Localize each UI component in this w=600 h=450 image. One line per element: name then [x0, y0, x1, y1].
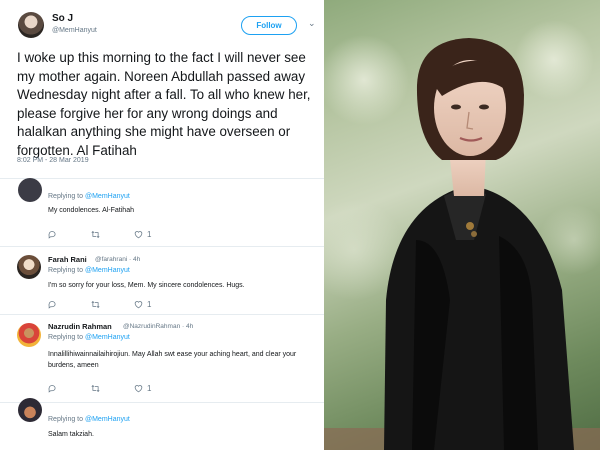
divider: [0, 402, 324, 403]
divider: [0, 314, 324, 315]
retweet-action[interactable]: [91, 230, 100, 239]
reply-actions: 1: [48, 300, 185, 309]
follow-button[interactable]: Follow: [241, 16, 297, 35]
heart-icon: [134, 231, 143, 239]
replying-to: Replying to @MemHanyut: [48, 416, 130, 423]
reply-author-handle[interactable]: @farahrani · 4h: [95, 256, 140, 263]
replying-prefix: Replying to: [48, 334, 84, 341]
portrait-illustration: [324, 20, 600, 450]
replying-to: Replying to @MemHanyut: [48, 334, 130, 341]
retweet-action[interactable]: [91, 384, 100, 393]
avatar[interactable]: [17, 255, 41, 279]
avatar[interactable]: [18, 12, 44, 38]
replying-prefix: Replying to: [48, 193, 84, 200]
avatar[interactable]: [18, 398, 42, 422]
like-action[interactable]: 1: [134, 300, 151, 309]
reply-author-handle[interactable]: @NazrudinRahman · 4h: [123, 323, 193, 330]
reply-author-name[interactable]: Farah Rani: [48, 255, 87, 264]
reply-author-name[interactable]: Nazrudin Rahman: [48, 322, 112, 331]
reply-item[interactable]: Replying to @MemHanyut My condolences. A…: [0, 178, 324, 250]
retweet-icon: [91, 300, 100, 309]
like-count: 1: [147, 230, 152, 239]
reply-item[interactable]: Nazrudin Rahman @NazrudinRahman · 4h Rep…: [0, 318, 324, 404]
replying-prefix: Replying to: [48, 416, 84, 423]
reply-action[interactable]: [48, 230, 57, 239]
tweet-header: So J @MemHanyut Follow ⌄: [0, 0, 324, 42]
display-name[interactable]: So J: [52, 13, 73, 24]
avatar[interactable]: [18, 178, 42, 202]
reply-actions: 1: [48, 230, 185, 239]
reply-actions: 1: [48, 384, 185, 393]
retweet-icon: [91, 384, 100, 393]
reply-icon: [48, 301, 56, 309]
heart-icon: [134, 385, 143, 393]
reply-icon: [48, 231, 56, 239]
reply-text: Innalillihiwainnailaihirojiun. May Allah…: [48, 351, 297, 369]
reply-item[interactable]: Farah Rani @farahrani · 4h Replying to @…: [0, 250, 324, 312]
replying-to: Replying to @MemHanyut: [48, 193, 130, 200]
mention-link[interactable]: @MemHanyut: [85, 416, 130, 423]
like-count: 1: [147, 384, 152, 393]
like-action[interactable]: 1: [134, 230, 151, 239]
divider: [0, 246, 324, 247]
reply-item[interactable]: Replying to @MemHanyut Salam takziah.: [0, 398, 324, 450]
tweet-panel: So J @MemHanyut Follow ⌄ I woke up this …: [0, 0, 324, 450]
reply-text: Salam takziah.: [48, 431, 94, 438]
user-handle[interactable]: @MemHanyut: [52, 27, 97, 34]
mention-link[interactable]: @MemHanyut: [85, 267, 130, 274]
chevron-down-icon[interactable]: ⌄: [308, 18, 318, 28]
like-action[interactable]: 1: [134, 384, 151, 393]
portrait-photo: [324, 0, 600, 450]
like-count: 1: [147, 300, 152, 309]
replying-to: Replying to @MemHanyut: [48, 267, 130, 274]
replying-prefix: Replying to: [48, 267, 84, 274]
reply-action[interactable]: [48, 300, 57, 309]
reply-text: My condolences. Al-Fatihah: [48, 207, 134, 214]
tweet-text: I woke up this morning to the fact I wil…: [17, 50, 311, 158]
tweet-timestamp[interactable]: 8:02 PM - 28 Mar 2019: [17, 157, 89, 164]
mention-link[interactable]: @MemHanyut: [85, 334, 130, 341]
reply-action[interactable]: [48, 384, 57, 393]
reply-text: I'm so sorry for your loss, Mem. My sinc…: [48, 282, 245, 289]
avatar[interactable]: [17, 323, 41, 347]
retweet-action[interactable]: [91, 300, 100, 309]
heart-icon: [134, 301, 143, 309]
mention-link[interactable]: @MemHanyut: [85, 193, 130, 200]
reply-icon: [48, 385, 56, 393]
retweet-icon: [91, 230, 100, 239]
divider: [0, 178, 324, 179]
